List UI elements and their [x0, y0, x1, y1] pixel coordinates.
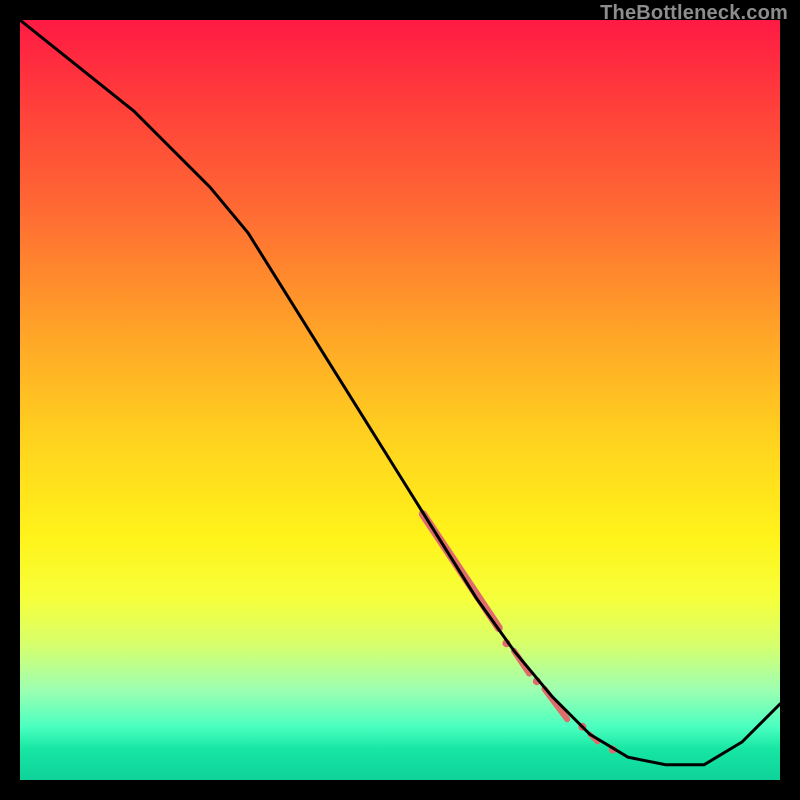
chart-overlay	[20, 20, 780, 780]
watermark-text: TheBottleneck.com	[600, 2, 788, 25]
main-curve	[20, 20, 780, 765]
chart-frame: TheBottleneck.com	[0, 0, 800, 800]
highlight-markers	[423, 514, 617, 754]
